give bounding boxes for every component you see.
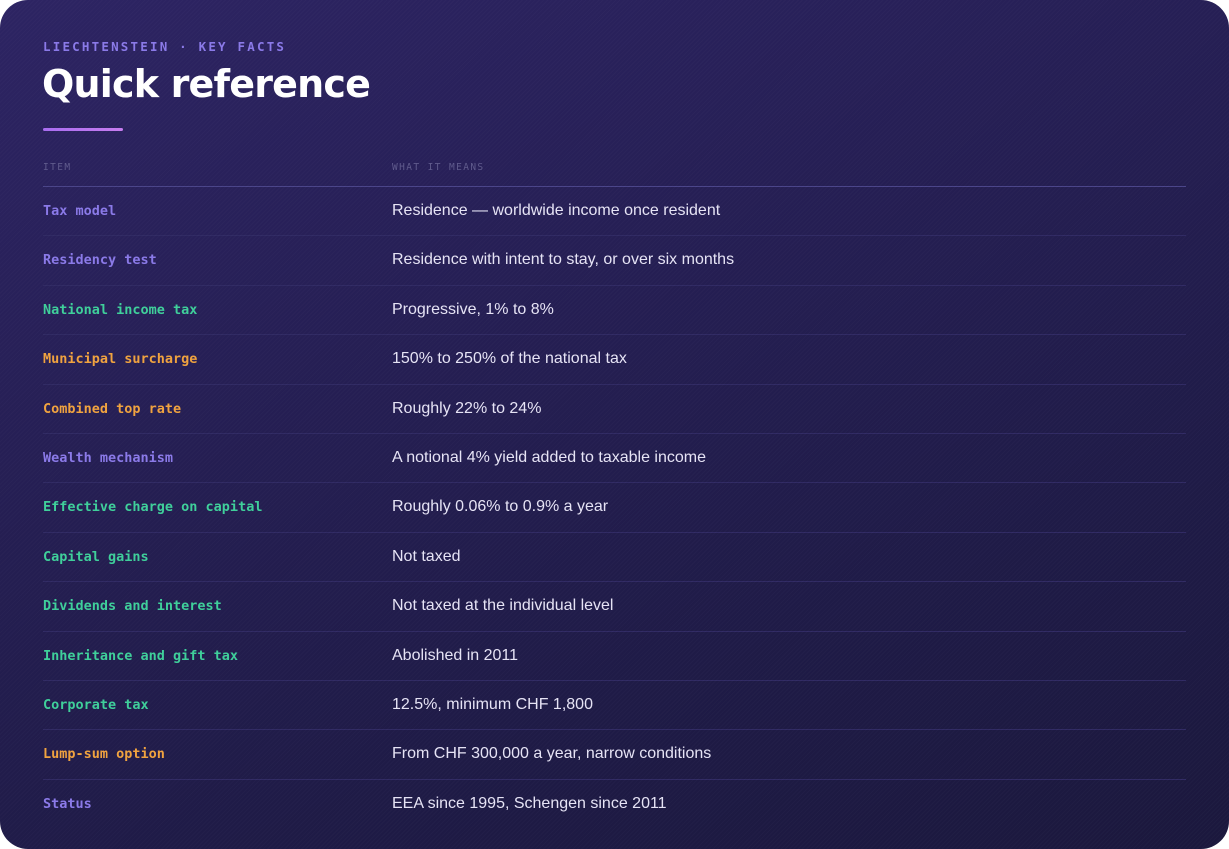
row-meaning-text: From CHF 300,000 a year, narrow conditio…: [392, 745, 712, 763]
table-row: Effective charge on capital Roughly 0.06%…: [43, 483, 1186, 533]
table-row: Residency test Residence with intent to s…: [43, 236, 1186, 286]
row-item-label: Dividends and interest: [43, 598, 222, 615]
row-meaning-text: 12.5%, minimum CHF 1,800: [392, 695, 593, 713]
table-row: Inheritance and gift tax Abolished in 201…: [43, 632, 1186, 681]
row-meaning-text: Abolished in 2011: [392, 646, 519, 664]
row-meaning-text: Residence with intent to stay, or over s…: [392, 251, 735, 269]
row-meaning-text: Not taxed: [392, 547, 461, 565]
row-item-label: Tax model: [43, 203, 117, 219]
table-row: Lump-sum option From CHF 300,000 a year, …: [43, 730, 1186, 780]
row-meaning-text: Roughly 22% to 24%: [392, 399, 542, 417]
table-header: ITEM WHAT IT MEANS: [43, 155, 1186, 187]
table-body: Tax model Residence — worldwide income on…: [43, 187, 1186, 828]
table-row: Capital gains Not taxed: [43, 533, 1186, 583]
row-meaning-text: EEA since 1995, Schengen since 2011: [392, 794, 667, 812]
table-row: Status EEA since 1995, Schengen since 201…: [43, 780, 1186, 828]
row-item-label: Corporate tax: [43, 696, 149, 713]
row-meaning-text: Residence — worldwide income once reside…: [392, 202, 721, 219]
row-item-label: National income tax: [43, 301, 198, 318]
column-header-meaning: WHAT IT MEANS: [392, 162, 485, 173]
table-row: Corporate tax 12.5%, minimum CHF 1,800: [43, 681, 1186, 731]
row-item-label: Status: [43, 795, 92, 812]
table-row: Municipal surcharge 150% to 250% of the n…: [43, 335, 1186, 385]
row-item-label: Inheritance and gift tax: [43, 647, 239, 664]
column-header-item: ITEM: [43, 162, 72, 173]
page-title: Quick reference: [42, 62, 371, 106]
table-row: National income tax Progressive, 1% to 8%: [43, 286, 1186, 336]
row-meaning-text: A notional 4% yield added to taxable inc…: [392, 448, 706, 466]
row-item-label: Combined top rate: [43, 400, 182, 417]
quick-reference-card: LIECHTENSTEIN · KEY FACTS Quick referenc…: [0, 0, 1229, 849]
facts-table: ITEM WHAT IT MEANS Tax model Residence — …: [43, 155, 1186, 828]
table-row: Combined top rate Roughly 22% to 24%: [43, 385, 1186, 434]
row-meaning-text: 150% to 250% of the national tax: [392, 350, 627, 368]
table-row: Tax model Residence — worldwide income on…: [43, 187, 1186, 237]
row-item-label: Municipal surcharge: [43, 351, 198, 368]
eyebrow-label: LIECHTENSTEIN · KEY FACTS: [43, 39, 287, 54]
row-meaning-text: Not taxed at the individual level: [392, 597, 614, 615]
row-item-label: Residency test: [43, 252, 157, 269]
row-meaning-text: Roughly 0.06% to 0.9% a year: [392, 498, 609, 516]
row-item-label: Lump-sum option: [43, 746, 165, 763]
row-item-label: Capital gains: [43, 548, 149, 565]
row-item-label: Wealth mechanism: [43, 449, 174, 466]
row-item-label: Effective charge on capital: [43, 499, 263, 516]
table-row: Dividends and interest Not taxed at the i…: [43, 582, 1186, 632]
row-meaning-text: Progressive, 1% to 8%: [392, 300, 554, 318]
table-row: Wealth mechanism A notional 4% yield adde…: [43, 434, 1186, 484]
title-accent-rule: [43, 128, 123, 131]
